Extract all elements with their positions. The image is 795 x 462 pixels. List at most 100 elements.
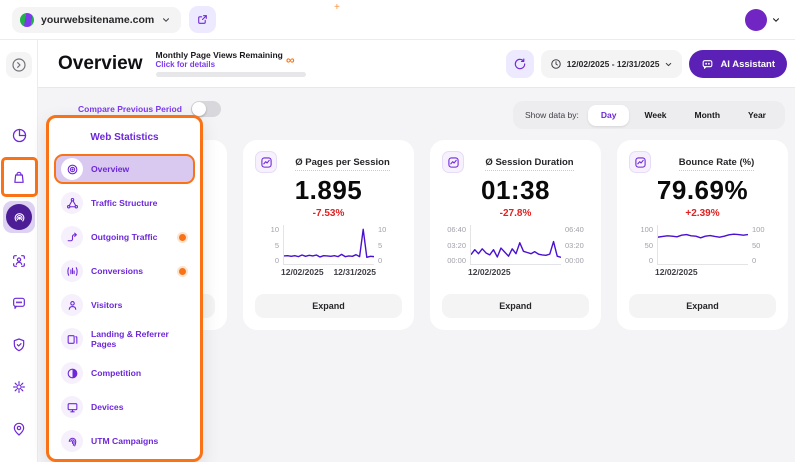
toggle-knob (192, 102, 206, 116)
rail-item-settings[interactable] (6, 374, 32, 400)
menu-item-utm-campaigns[interactable]: UTM Campaigns (56, 426, 193, 456)
menu-item-outgoing-traffic[interactable]: Outgoing Traffic (56, 222, 193, 252)
ai-assistant-button[interactable]: AI Assistant (689, 50, 787, 78)
x-axis-label: 12/31/2025 (333, 267, 376, 277)
rail-item-feedback[interactable] (6, 290, 32, 316)
show-data-by-control: Show data by: Day Week Month Year (513, 101, 785, 129)
y-tick: 03:20 (442, 241, 466, 250)
mini-chart (283, 225, 374, 265)
target-icon (61, 158, 83, 180)
gear-icon (11, 379, 27, 395)
card-title: Bounce Rate (%) (657, 157, 776, 168)
page-header: Overview Monthly Page Views Remaining Cl… (38, 40, 795, 88)
location-user-icon (11, 421, 27, 437)
pie-chart-icon (11, 127, 28, 144)
user-menu[interactable] (741, 5, 785, 35)
chart-line-icon (442, 151, 464, 173)
external-link-icon (196, 13, 209, 26)
mini-chart (470, 225, 561, 265)
menu-item-conversions[interactable]: Conversions (56, 256, 193, 286)
card-delta: -7.53% (255, 208, 402, 220)
y-tick: 100 (629, 225, 653, 234)
rail-item-audience[interactable] (6, 248, 32, 274)
tab-week[interactable]: Week (631, 105, 679, 126)
y-tick: 03:20 (565, 241, 589, 250)
shopping-bag-icon (11, 169, 27, 185)
expand-button[interactable]: Expand (442, 294, 589, 318)
menu-item-overview[interactable]: Overview (54, 154, 195, 184)
monitor-icon (61, 396, 83, 418)
user-focus-icon (11, 253, 27, 269)
y-tick: 100 (752, 225, 776, 234)
menu-item-label: Traffic Structure (91, 198, 157, 208)
card-delta: -27.8% (442, 208, 589, 220)
ai-assistant-label: AI Assistant (720, 59, 775, 70)
refresh-icon (513, 57, 527, 71)
rail-item-security[interactable] (6, 332, 32, 358)
shield-icon (11, 337, 27, 353)
tab-month[interactable]: Month (682, 105, 734, 126)
card-value: 01:38 (442, 175, 589, 206)
y-tick: 06:40 (565, 225, 589, 234)
menu-item-competition[interactable]: Competition (56, 358, 193, 388)
card-delta: +2.39% (629, 208, 776, 220)
route-icon (61, 226, 83, 248)
arrow-right-circle-icon (11, 57, 27, 73)
menu-item-traffic-structure[interactable]: Traffic Structure (56, 188, 193, 218)
menu-item-landing-referrer-pages[interactable]: Landing & Referrer Pages (56, 324, 193, 354)
chat-icon (11, 295, 27, 311)
rail-item-web-statistics[interactable] (3, 201, 35, 233)
menu-item-label: Competition (91, 368, 141, 378)
quota-details-link[interactable]: Click for details (156, 60, 308, 69)
open-site-button[interactable] (189, 6, 216, 33)
y-tick: 06:40 (442, 225, 466, 234)
left-rail (0, 40, 38, 462)
card-title: Ø Session Duration (470, 157, 589, 168)
notification-dot (179, 268, 186, 275)
rail-item-local[interactable] (6, 416, 32, 442)
card-value: 1.895 (255, 175, 402, 206)
site-selector[interactable]: yourwebsitename.com (12, 7, 181, 33)
clock-icon (550, 58, 562, 70)
y-tick: 00:00 (565, 256, 589, 265)
y-tick: 50 (752, 241, 776, 250)
mini-chart (657, 225, 748, 265)
y-tick: 5 (255, 241, 279, 250)
expand-button[interactable]: Expand (629, 294, 776, 318)
card-title: Ø Pages per Session (283, 157, 402, 168)
x-axis-label: 12/02/2025 (655, 267, 698, 277)
x-axis-label: 12/02/2025 (281, 267, 324, 277)
menu-item-label: Overview (91, 164, 129, 174)
expand-button[interactable]: Expand (255, 294, 402, 318)
menu-item-label: Devices (91, 402, 124, 412)
tab-year[interactable]: Year (735, 105, 779, 126)
y-tick: 0 (752, 256, 776, 265)
menu-item-devices[interactable]: Devices (56, 392, 193, 422)
web-statistics-panel: Web Statistics Overview Traffic Structur… (46, 115, 203, 462)
conversion-chart-icon (61, 260, 83, 282)
x-axis-label: 12/02/2025 (468, 267, 511, 277)
chevron-down-icon (771, 15, 781, 25)
rail-item-ecommerce[interactable] (6, 164, 32, 190)
fingerprint-icon (61, 430, 83, 452)
chevron-down-icon (664, 60, 673, 69)
infinity-badge: ∞ (286, 53, 295, 67)
chart-line-icon (255, 151, 277, 173)
show-data-by-label: Show data by: (525, 110, 579, 120)
y-tick: 00:00 (442, 256, 466, 265)
site-name: yourwebsitename.com (41, 14, 154, 26)
rail-item-analytics[interactable] (6, 122, 32, 148)
y-tick: 0 (378, 256, 402, 265)
y-tick: 0 (255, 256, 279, 265)
date-range-picker[interactable]: 12/02/2025 - 12/31/2025 (541, 50, 683, 78)
refresh-button[interactable] (506, 50, 534, 78)
sidebar-expand-button[interactable] (6, 52, 32, 78)
menu-item-visitors[interactable]: Visitors (56, 290, 193, 320)
tab-day[interactable]: Day (588, 105, 630, 126)
stat-card-pages-per-session: Ø Pages per Session 1.895 -7.53% 10 5 0 … (243, 140, 414, 330)
plus-mark: + (334, 2, 340, 13)
menu-item-label: Conversions (91, 266, 143, 276)
stat-card-session-duration: Ø Session Duration 01:38 -27.8% 06:40 03… (430, 140, 601, 330)
share-nodes-icon (61, 192, 83, 214)
quota-progress-bar (156, 72, 306, 77)
